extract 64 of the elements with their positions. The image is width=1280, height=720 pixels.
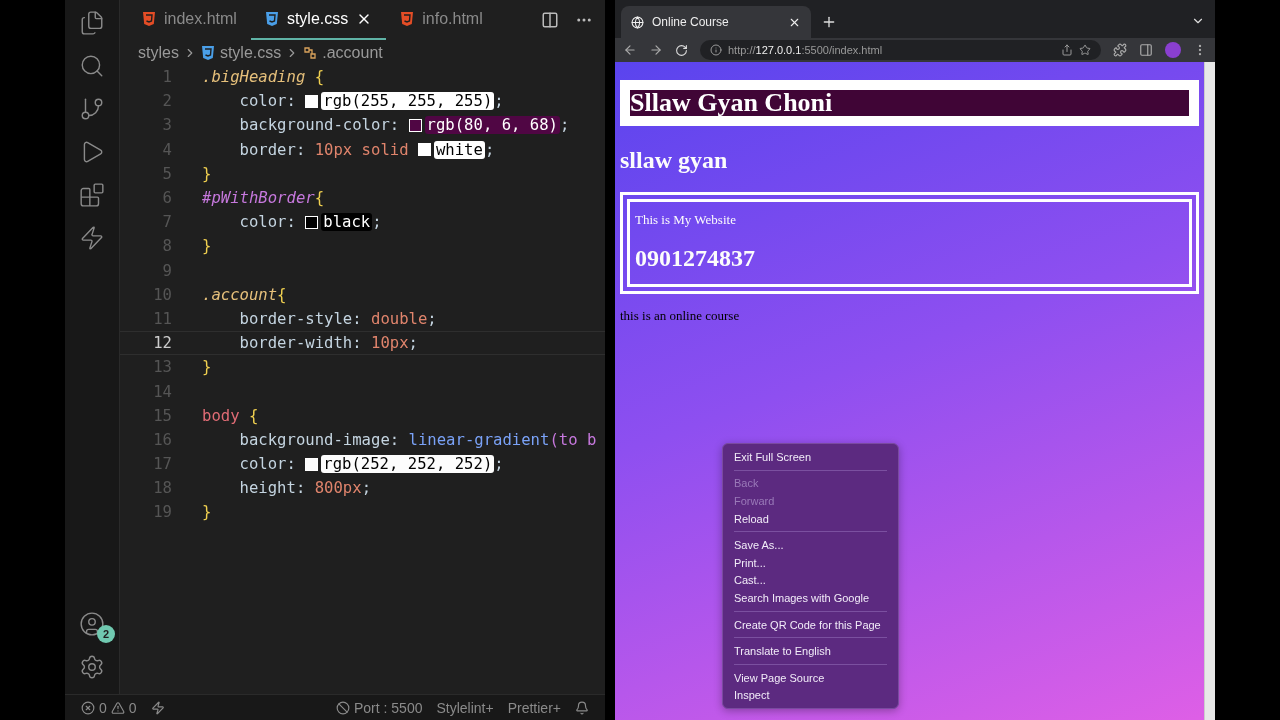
menu-item[interactable]: Print...	[723, 553, 898, 572]
side-panel-icon[interactable]	[1139, 43, 1153, 57]
split-editor-icon[interactable]	[541, 11, 559, 29]
menu-item[interactable]: Exit Full Screen	[723, 448, 898, 466]
problems-status[interactable]: 0 0	[81, 699, 137, 716]
extensions-icon[interactable]	[1113, 43, 1127, 57]
current-line-highlight: 12 border-width: 10px;	[120, 331, 605, 356]
port-status[interactable]: Port : 5500	[336, 699, 423, 716]
account-icon[interactable]	[79, 611, 105, 637]
blocked-icon	[336, 700, 350, 715]
color-swatch[interactable]	[417, 143, 431, 157]
color-swatch[interactable]	[305, 215, 319, 229]
warning-icon	[110, 700, 125, 715]
files-icon[interactable]	[79, 10, 105, 36]
new-tab-icon[interactable]	[821, 14, 837, 30]
page-subheading: sllaw gyan	[620, 146, 729, 174]
breadcrumb-item[interactable]: style.css	[200, 43, 282, 62]
bell-icon[interactable]	[575, 700, 589, 715]
page-paragraph: this is an online course	[620, 308, 741, 324]
menu-item[interactable]: Save As...	[723, 536, 898, 554]
menu-item[interactable]: Reload	[723, 509, 898, 528]
menu-item[interactable]: View Page Source	[723, 668, 898, 687]
notification-badge: 2	[97, 625, 115, 643]
editor-tab[interactable]: style.css	[250, 0, 387, 40]
branch-icon[interactable]	[79, 96, 105, 122]
color-swatch[interactable]	[305, 94, 319, 108]
color-swatch[interactable]	[408, 118, 422, 132]
search-icon[interactable]	[79, 53, 105, 79]
prettier-status[interactable]: Prettier+	[507, 699, 561, 716]
account-text: This is My Website	[635, 212, 737, 228]
menu-item[interactable]: Search Images with Google	[723, 589, 898, 607]
settings-icon[interactable]	[79, 654, 105, 680]
stylelint-status[interactable]: Stylelint+	[436, 699, 494, 716]
page-heading: Sllaw Gyan Choni	[620, 80, 1199, 126]
menu-item[interactable]: Inspect	[723, 686, 898, 705]
globe-icon	[631, 15, 644, 29]
editor-tab[interactable]: info.html	[386, 0, 497, 40]
html-file-icon	[142, 11, 156, 27]
line-number: 12	[152, 334, 172, 353]
browser-tab[interactable]: Online Course	[621, 6, 811, 38]
back-icon[interactable]	[623, 43, 637, 57]
forward-icon[interactable]	[649, 43, 663, 57]
menu-item[interactable]: Translate to English	[723, 642, 898, 660]
error-icon	[81, 700, 95, 715]
scrollbar[interactable]	[1204, 62, 1215, 720]
css-file-icon	[264, 11, 279, 27]
menu-item[interactable]: Create QR Code for this Page	[723, 615, 898, 634]
symbol-icon	[303, 45, 318, 60]
reload-icon[interactable]	[675, 43, 688, 57]
warning-count: 0	[128, 699, 137, 716]
css-file-icon	[200, 44, 215, 61]
port-label: Port : 5500	[354, 699, 423, 716]
phone-number: 0901274837	[635, 244, 756, 272]
html-file-icon	[400, 11, 415, 27]
editor-tab[interactable]: index.html	[128, 0, 251, 40]
lightning-icon[interactable]	[79, 225, 105, 251]
extensions-icon[interactable]	[79, 182, 105, 208]
breadcrumb-item[interactable]: styles	[138, 43, 179, 62]
breadcrumb-item[interactable]: .account	[303, 43, 383, 62]
menu-item[interactable]: Cast...	[723, 571, 898, 590]
error-count: 0	[99, 699, 107, 716]
color-swatch[interactable]	[305, 457, 319, 471]
lightning-icon[interactable]	[150, 700, 165, 715]
address-bar[interactable]: http://127.0.0.1:5500/index.html	[700, 40, 1101, 60]
